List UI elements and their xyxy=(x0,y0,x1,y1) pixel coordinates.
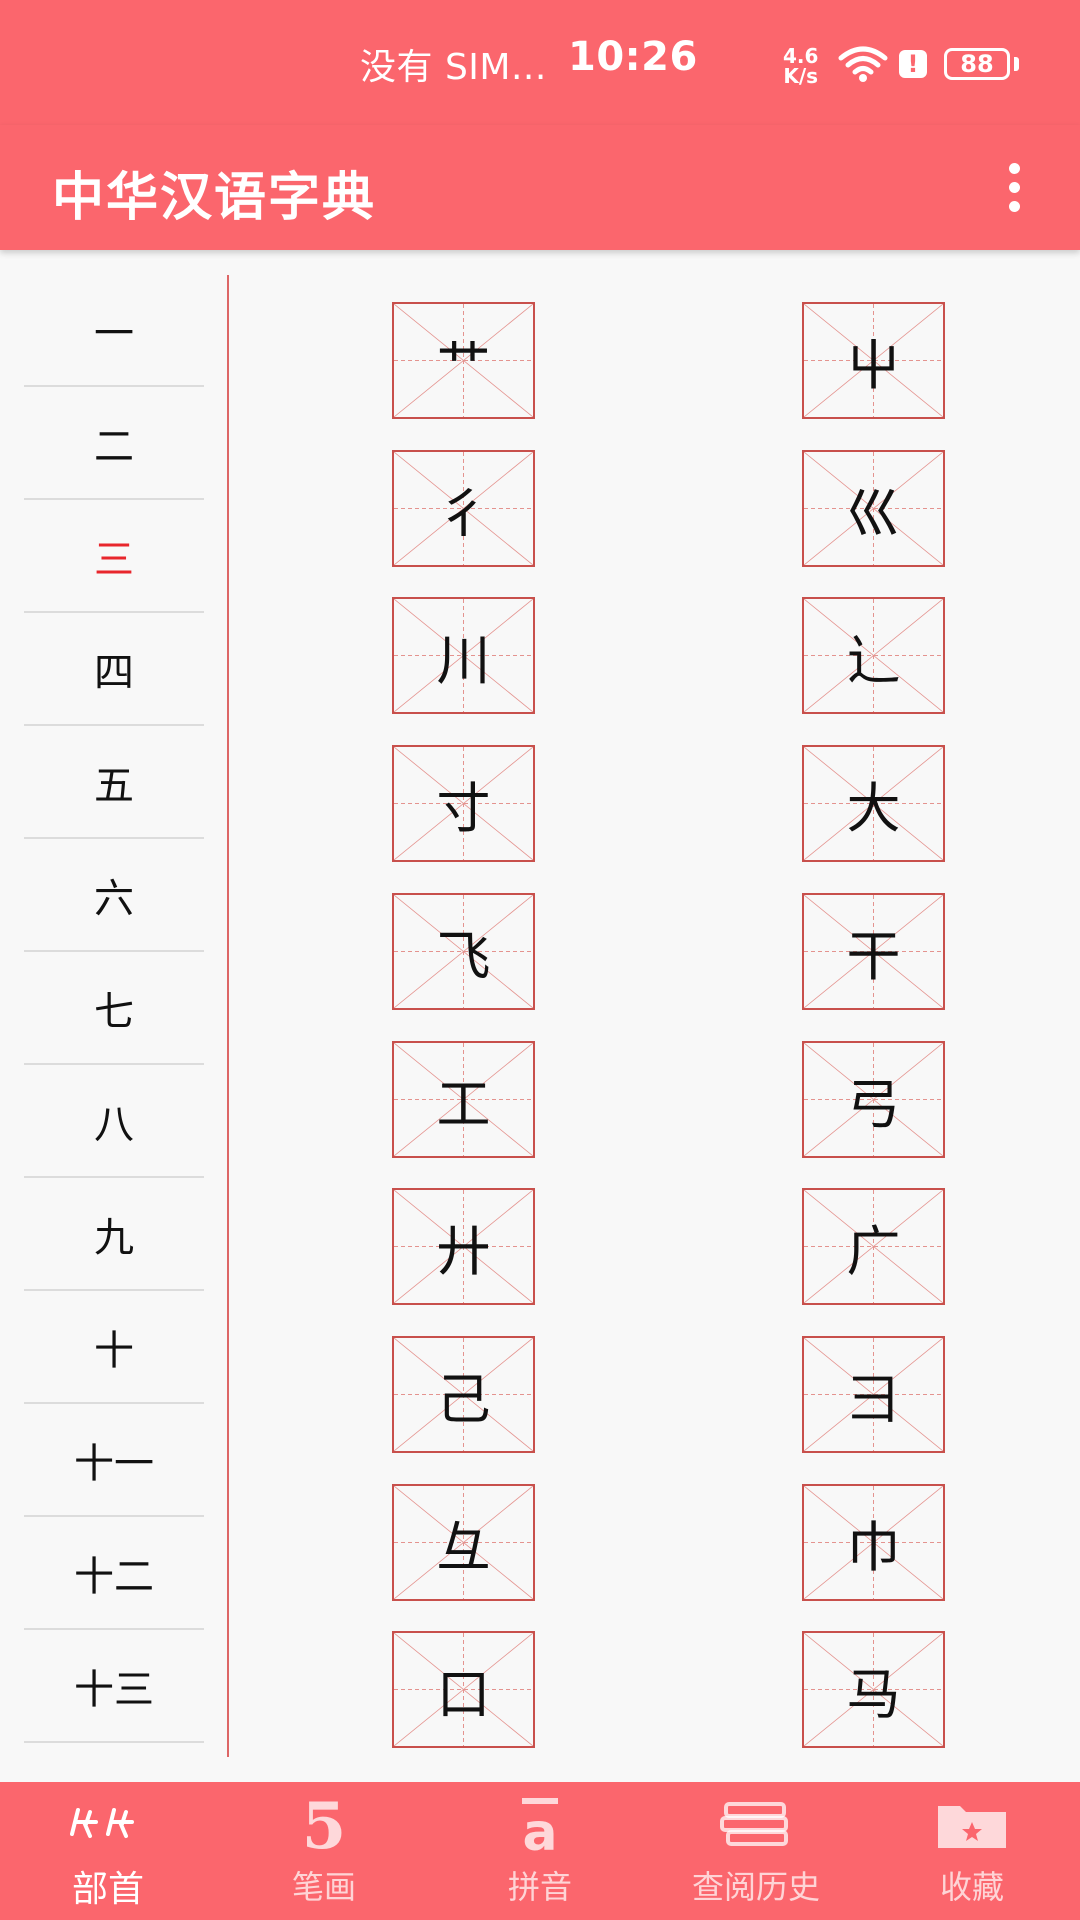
radical-char: 艹 xyxy=(436,334,491,397)
stroke-five-icon: 5 xyxy=(216,1794,432,1854)
svg-text:a: a xyxy=(522,1803,557,1854)
radical-char: 彐 xyxy=(846,1368,901,1431)
radical-cell[interactable]: 彳 xyxy=(392,450,535,567)
radical-cell[interactable]: 飞 xyxy=(392,893,535,1010)
app-bar: 中华汉语字典 xyxy=(0,125,1080,250)
radical-char: 马 xyxy=(846,1663,901,1726)
radical-char: 干 xyxy=(846,925,901,988)
books-icon xyxy=(648,1794,864,1854)
battery-icon: 88 xyxy=(944,48,1010,80)
radical-cell[interactable]: 己 xyxy=(392,1336,535,1453)
radical-char: 巾 xyxy=(846,1516,901,1579)
stroke-count-item[interactable]: 八 xyxy=(24,1066,204,1178)
radical-cell[interactable]: 彐 xyxy=(802,1336,945,1453)
stroke-count-list: 一二三四五六七八九十十一 十二 十三 xyxy=(24,275,204,1744)
nav-label: 笔画 xyxy=(291,1868,356,1906)
pinyin-a-icon: a xyxy=(432,1794,648,1854)
stroke-count-item[interactable]: 四 xyxy=(24,614,204,726)
radical-cell[interactable]: 彑 xyxy=(392,1484,535,1601)
radical-cell[interactable]: 辶 xyxy=(802,597,945,714)
stroke-count-item[interactable]: 五 xyxy=(24,727,204,839)
radical-char: 彳 xyxy=(436,482,491,545)
folder-star-icon xyxy=(864,1794,1080,1854)
radical-cell[interactable]: 工 xyxy=(392,1041,535,1158)
radical-char: 飞 xyxy=(436,925,491,988)
radical-cell[interactable]: 巾 xyxy=(802,1484,945,1601)
radical-char: 廾 xyxy=(436,1220,491,1283)
clock: 10:26 xyxy=(568,34,698,80)
radical-char: 口 xyxy=(436,1663,491,1726)
radical-cell[interactable]: 廾 xyxy=(392,1188,535,1305)
stroke-count-item[interactable]: 十三 xyxy=(24,1631,204,1743)
radical-cell[interactable]: 大 xyxy=(802,745,945,862)
radical-cell[interactable]: 马 xyxy=(802,1631,945,1748)
radical-char: 大 xyxy=(846,777,901,840)
stroke-count-item[interactable]: 九 xyxy=(24,1179,204,1291)
nav-item-pinyin-a[interactable]: a 拼音 xyxy=(432,1782,648,1920)
carrier-label: 没有 SIM... xyxy=(360,47,547,88)
stroke-count-item[interactable]: 十二 xyxy=(24,1518,204,1630)
radical-cell[interactable]: 艹 xyxy=(392,302,535,419)
radical-char: 辶 xyxy=(846,629,901,692)
stroke-count-item[interactable]: 三 xyxy=(24,501,204,613)
stroke-count-item[interactable]: 七 xyxy=(24,953,204,1065)
radical-char: 广 xyxy=(846,1220,901,1283)
radical-char: 己 xyxy=(436,1368,491,1431)
radical-cell[interactable]: 干 xyxy=(802,893,945,1010)
nav-label: 部首 xyxy=(71,1869,144,1910)
svg-text:5: 5 xyxy=(302,1794,347,1854)
stroke-count-item[interactable]: 一 xyxy=(24,275,204,387)
radical-cell[interactable]: 寸 xyxy=(392,745,535,862)
battery-tip xyxy=(1014,57,1019,71)
stroke-count-item[interactable]: 六 xyxy=(24,840,204,952)
nav-item-radical[interactable]: 部首 xyxy=(0,1782,216,1920)
radical-char: 川 xyxy=(436,629,491,692)
nav-label: 拼音 xyxy=(507,1868,572,1906)
app-title: 中华汉语字典 xyxy=(52,168,377,228)
stroke-count-item[interactable]: 十 xyxy=(24,1292,204,1404)
more-options-button[interactable] xyxy=(990,157,1038,217)
nav-item-folder-star[interactable]: 收藏 xyxy=(864,1782,1080,1920)
radical-char: 寸 xyxy=(436,777,491,840)
nav-label: 查阅历史 xyxy=(691,1868,820,1906)
radical-char: 弓 xyxy=(846,1073,901,1136)
radical-cell[interactable]: 巛 xyxy=(802,450,945,567)
radical-cell[interactable]: 屮 xyxy=(802,302,945,419)
radical-icon xyxy=(0,1794,216,1854)
bottom-navigation: 部首 5 笔画 a 拼音 查阅历史 收藏 xyxy=(0,1782,1080,1920)
list-divider xyxy=(227,275,229,1757)
nav-item-books[interactable]: 查阅历史 xyxy=(648,1782,864,1920)
status-bar: 没有 SIM... 10:26 4.6 K/s ! 88 xyxy=(0,0,1080,125)
wifi-icon xyxy=(838,46,888,82)
nav-label: 收藏 xyxy=(939,1868,1004,1906)
alert-icon: ! xyxy=(899,50,927,78)
nav-item-stroke-five[interactable]: 5 笔画 xyxy=(216,1782,432,1920)
network-speed-value: 4.6 xyxy=(783,44,819,68)
network-speed: 4.6 K/s xyxy=(783,46,818,86)
stroke-count-item[interactable]: 十一 xyxy=(24,1405,204,1517)
radical-cell[interactable]: 川 xyxy=(392,597,535,714)
radical-char: 工 xyxy=(436,1073,491,1136)
radical-char: 巛 xyxy=(846,482,901,545)
radical-char: 彑 xyxy=(436,1516,491,1579)
radical-cell[interactable]: 口 xyxy=(392,1631,535,1748)
network-speed-unit: K/s xyxy=(783,64,819,88)
radical-char: 屮 xyxy=(846,334,901,397)
radical-cell[interactable]: 弓 xyxy=(802,1041,945,1158)
radical-cell[interactable]: 广 xyxy=(802,1188,945,1305)
stroke-count-item[interactable]: 二 xyxy=(24,388,204,500)
